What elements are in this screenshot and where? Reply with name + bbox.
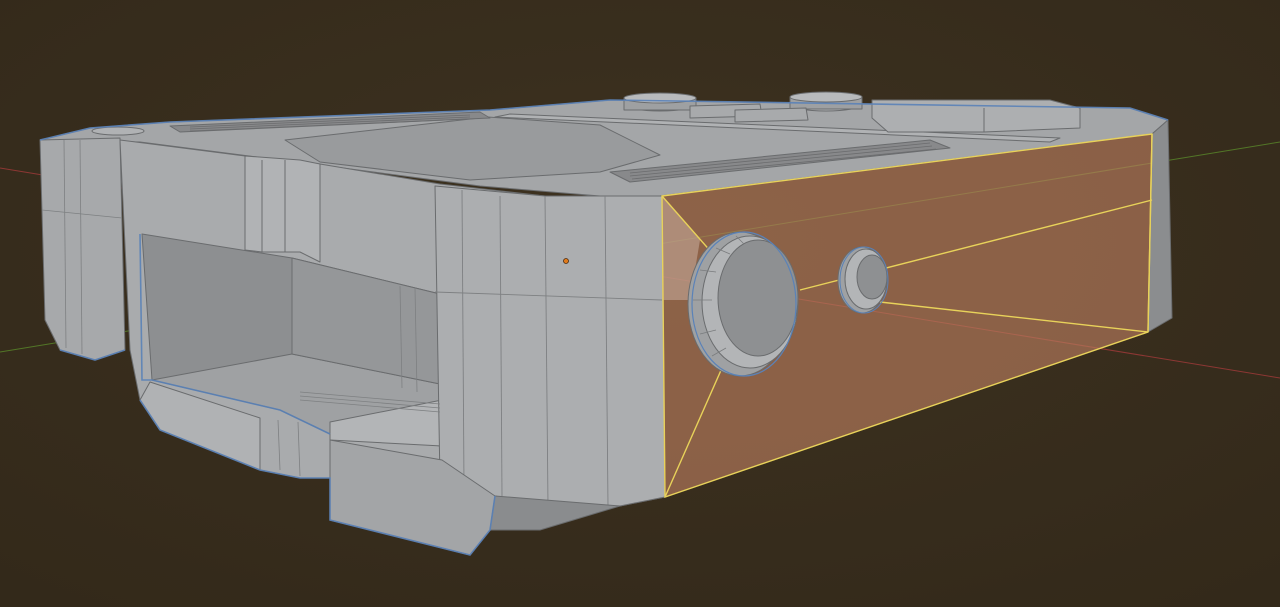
top-knob-2-cap xyxy=(789,91,863,103)
object-origin-icon[interactable] xyxy=(563,258,569,264)
viewport-canvas[interactable] xyxy=(0,0,1280,607)
small-button-face xyxy=(856,254,888,300)
large-button-face xyxy=(717,239,799,357)
top-block-2 xyxy=(734,107,809,123)
front-pillar xyxy=(434,185,666,507)
left-wing-front xyxy=(39,137,126,361)
3d-viewport[interactable] xyxy=(0,0,1280,607)
top-small-bump xyxy=(91,126,145,136)
large-round-button[interactable] xyxy=(687,231,799,377)
front-notch xyxy=(244,155,321,263)
